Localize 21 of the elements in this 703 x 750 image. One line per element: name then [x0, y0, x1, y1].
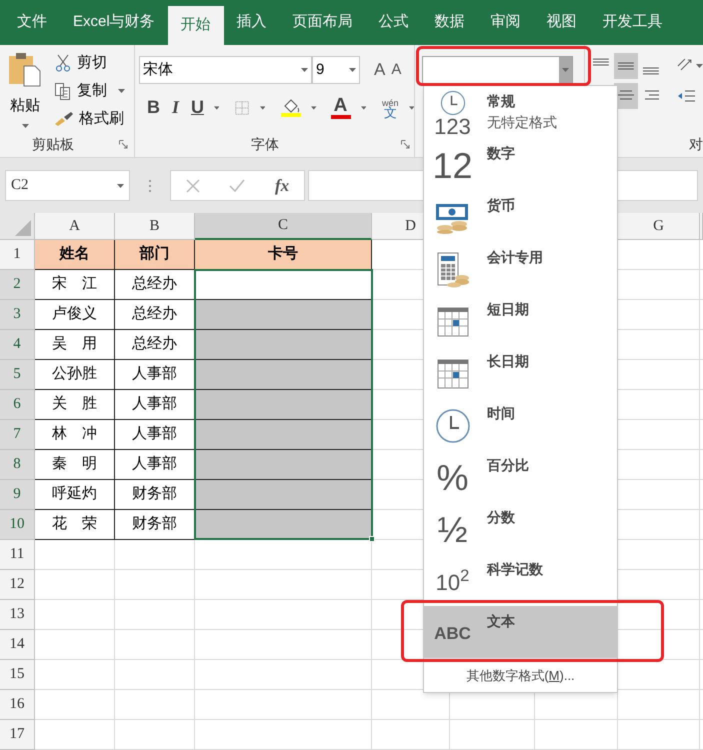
icon-label: ½: [437, 510, 468, 550]
table-cell: 花 荣: [35, 510, 115, 540]
icon-label: 123: [434, 116, 471, 138]
table-cell: 呼延灼: [35, 480, 115, 510]
group-label: 字体: [251, 135, 279, 154]
table-cell: 姓名: [35, 240, 115, 270]
table-cell: 公孙胜: [35, 360, 115, 390]
group-label: 剪贴板: [32, 135, 74, 154]
group-label: 对: [689, 135, 703, 154]
table-cell: 卡号: [195, 240, 372, 270]
table-cell: 吴 用: [35, 330, 115, 360]
icon-label: 10$^{2}$: [436, 566, 470, 596]
table-cell: 秦 明: [35, 450, 115, 480]
table-cell: 部门: [115, 240, 195, 270]
icon-label: 12: [432, 146, 473, 186]
icon-label: ABC: [434, 623, 471, 646]
table-cell: 林 冲: [35, 420, 115, 450]
table-cell: 宋 江: [35, 270, 115, 300]
table-cell: 关 胜: [35, 390, 115, 420]
table-cell: 卢俊义: [35, 300, 115, 330]
icon-label: %: [436, 458, 468, 498]
